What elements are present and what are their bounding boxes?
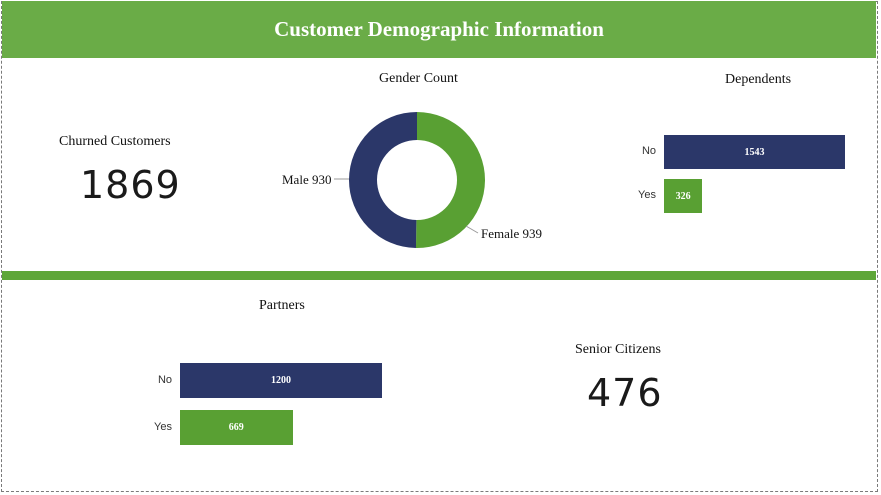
dependents-chart-title: Dependents <box>725 72 792 87</box>
donut-slice-female <box>415 112 486 249</box>
bar-yes: 326 <box>664 179 703 213</box>
bar-category-label: No <box>641 145 656 157</box>
partners-chart-title: Partners <box>259 298 305 313</box>
bar-category-label: Yes <box>154 420 172 433</box>
donut-slice-male <box>349 112 417 248</box>
bar-category-label: No <box>157 373 172 386</box>
donut-label-male: Male 930 <box>282 172 332 187</box>
section-divider <box>2 271 876 280</box>
bar-yes: 669 <box>180 410 293 445</box>
senior-citizens-value: 476 <box>587 371 663 415</box>
donut-label-female: Female 939 <box>481 226 543 241</box>
bar-category-label: Yes <box>638 189 656 201</box>
donut-leader-female <box>465 225 479 234</box>
bar-no: 1200 <box>180 363 382 398</box>
bar-no: 1543 <box>664 135 845 169</box>
senior-citizens-label: Senior Citizens <box>575 342 661 357</box>
